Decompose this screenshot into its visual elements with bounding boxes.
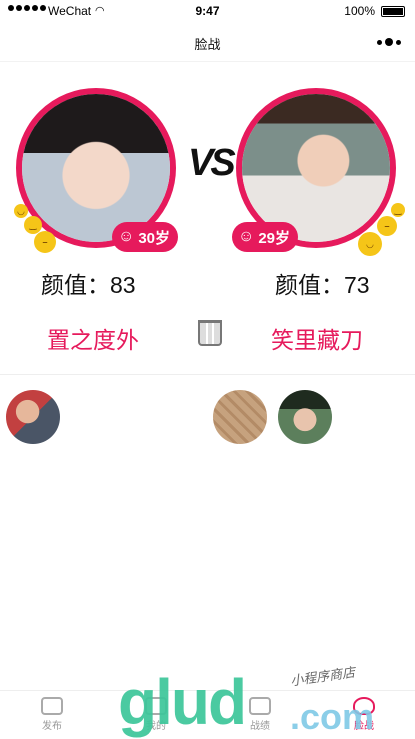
battery-percent: 100% [344, 4, 375, 18]
divider [0, 374, 415, 375]
neutral-emoji-icon: – [34, 231, 56, 253]
right-verdict: 笑里藏刀 [271, 327, 363, 353]
watermark-logo: glud [118, 666, 247, 738]
smile-emoji-icon: ◡ [14, 204, 28, 218]
history-avatar[interactable] [213, 390, 267, 444]
trophy-icon [249, 697, 271, 715]
score-value: 73 [344, 272, 370, 298]
history-avatar[interactable] [278, 390, 332, 444]
score-label: 颜值： [41, 272, 110, 298]
nav-bar: 脸战 [0, 22, 415, 62]
status-bar: WeChat ◠ 9:47 100% [0, 0, 415, 22]
watermark-domain: .com [290, 696, 375, 737]
battery-icon [381, 6, 405, 17]
left-age-badge: ☺ 30岁 [112, 222, 179, 252]
left-score: 颜值：83 [41, 266, 136, 300]
tab-publish[interactable]: 发布 [22, 697, 82, 732]
more-menu-button[interactable] [377, 38, 401, 46]
history-avatar[interactable] [6, 390, 60, 444]
vs-label: VS [188, 142, 236, 184]
right-score: 颜值：73 [275, 266, 370, 300]
smile-emoji-icon: ◡ [358, 232, 382, 256]
age-icon: ☺ [118, 228, 135, 245]
tab-label: 战绩 [250, 721, 270, 732]
score-label: 颜值： [275, 272, 344, 298]
left-verdict: 置之度外 [47, 327, 139, 353]
left-age: 30岁 [138, 229, 171, 247]
trash-icon[interactable] [198, 320, 222, 346]
page-title: 脸战 [194, 37, 221, 52]
right-age: 29岁 [258, 229, 291, 247]
camera-icon [41, 697, 63, 715]
tear-emoji-icon: ‿ [391, 203, 405, 217]
score-value: 83 [110, 272, 136, 298]
neutral-emoji-icon: – [377, 216, 397, 236]
tab-label: 发布 [42, 721, 62, 732]
right-age-badge: ☺ 29岁 [232, 222, 299, 252]
watermark-tagline: 小程序商店 [289, 664, 356, 689]
age-icon: ☺ [238, 228, 255, 245]
